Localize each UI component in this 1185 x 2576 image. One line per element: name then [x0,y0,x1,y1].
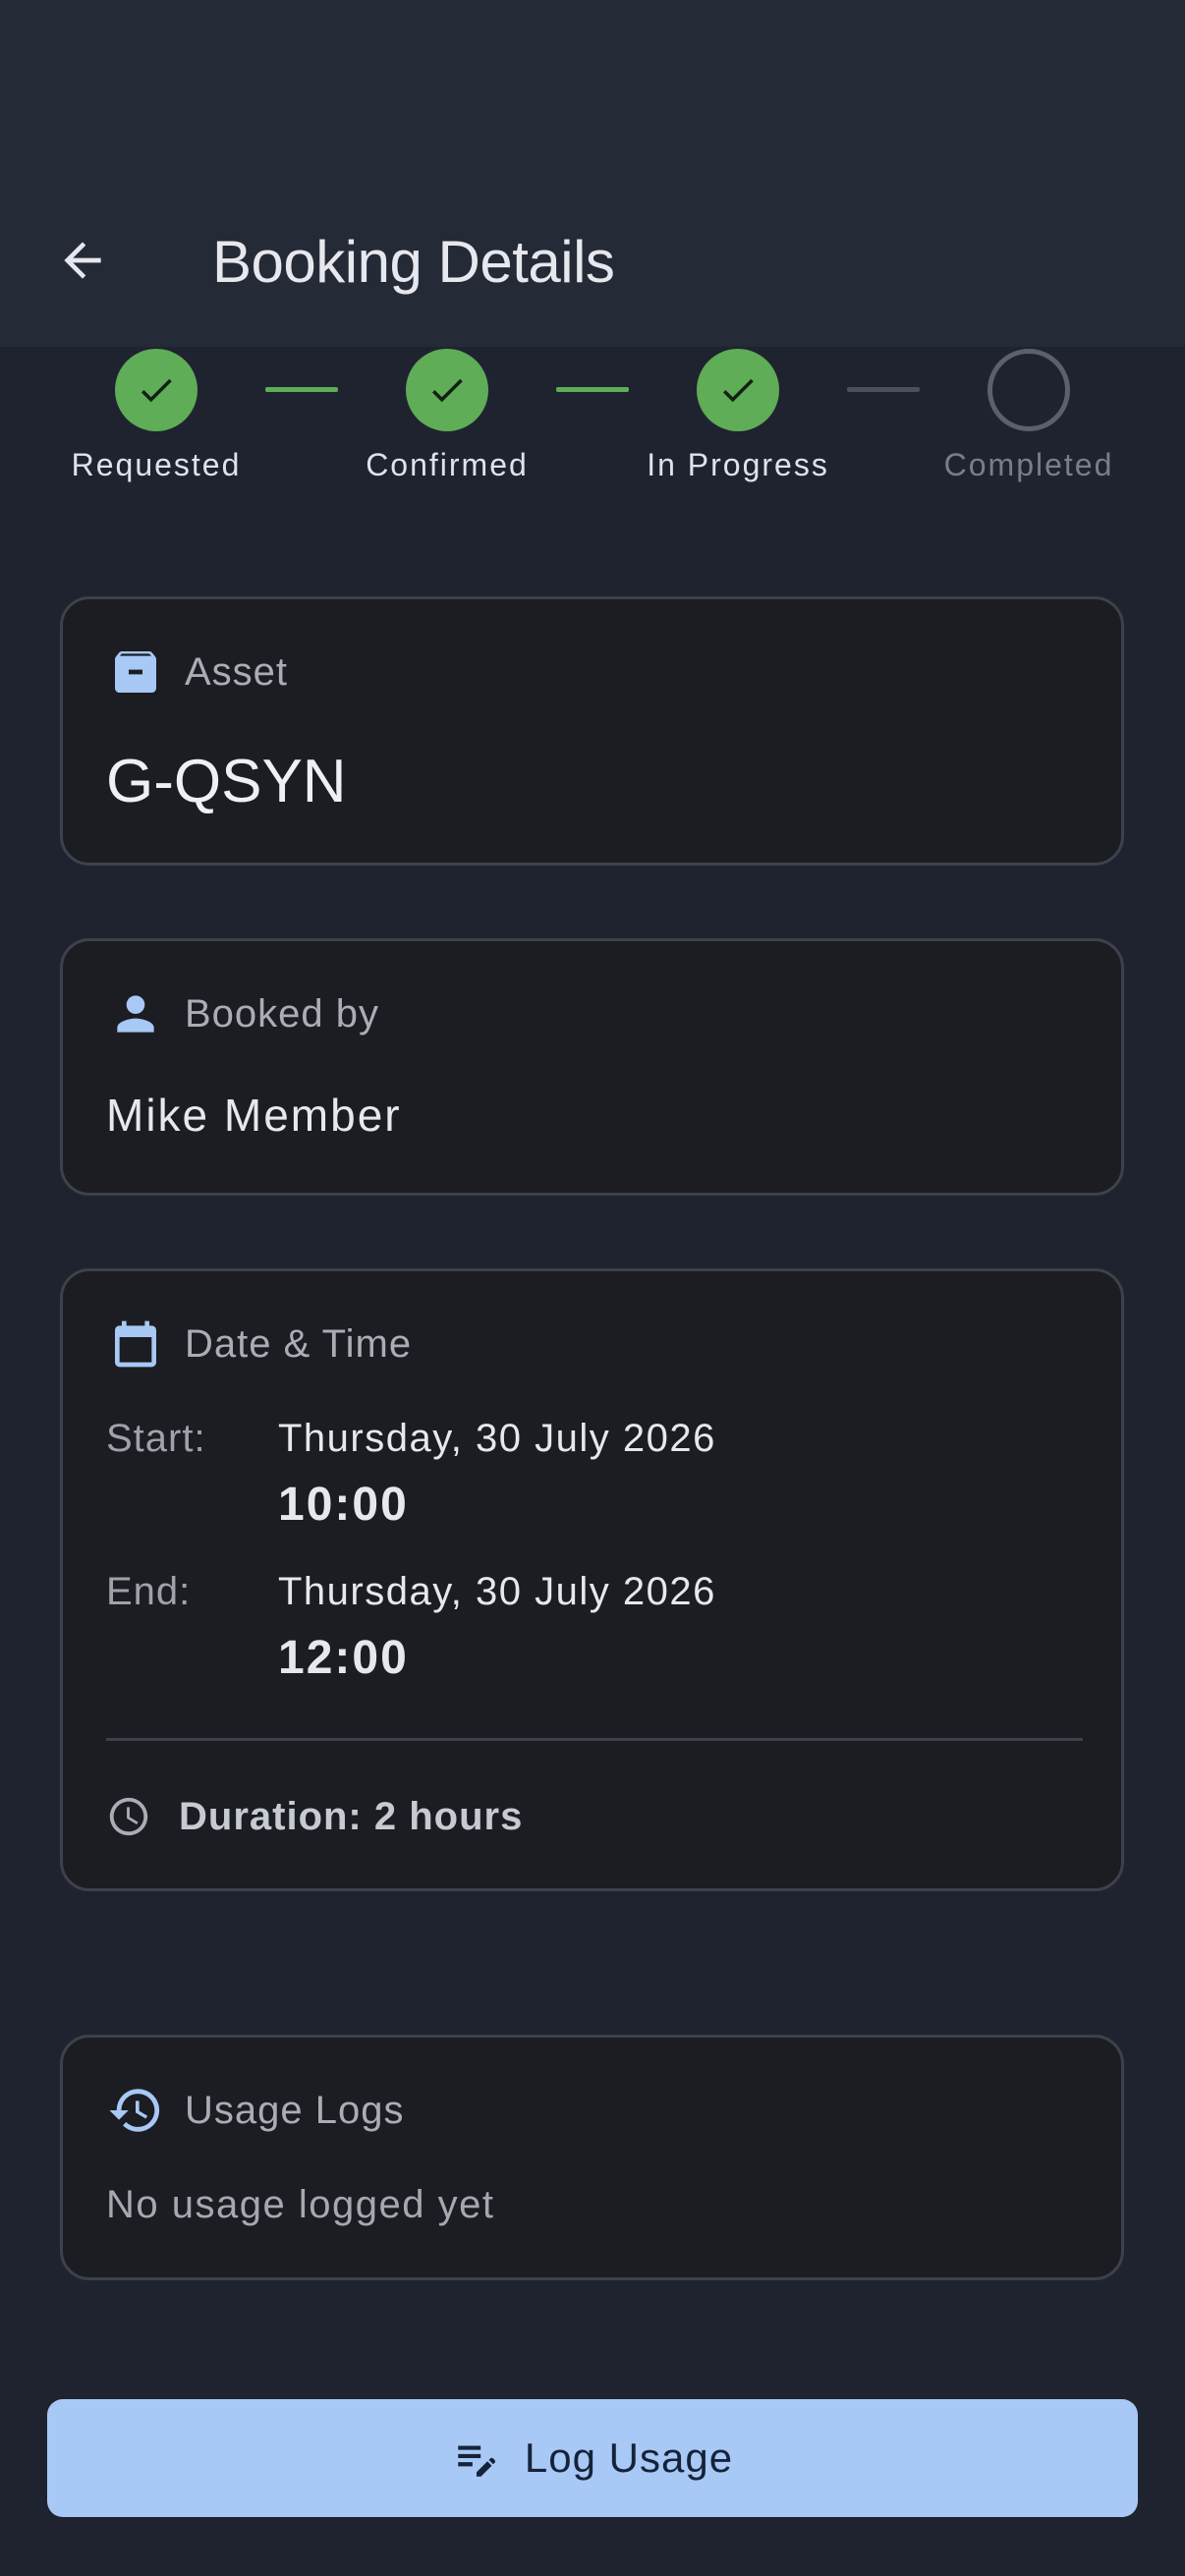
step-confirmed: Confirmed [329,347,565,483]
calendar-icon [106,1315,165,1373]
edit-note-icon [458,2445,495,2477]
booked-by-label: Booked by [185,991,380,1036]
asset-value: G-QSYN [106,748,347,815]
step-label: Confirmed [366,447,529,482]
divider [106,1738,1083,1741]
step-done-indicator [406,349,488,431]
history-icon [106,2081,165,2140]
booked-by-card: Booked by Mike Member [60,938,1124,1196]
start-label: Start: [106,1417,206,1460]
step-completed: Completed [911,347,1147,483]
step-pending-indicator [988,349,1070,431]
start-date: Thursday, 30 July 2026 [278,1417,716,1460]
booking-status-stepper: Requested Confirmed In Progress Complete… [0,347,1185,504]
step-connector [847,387,920,392]
end-time: 12:00 [278,1632,409,1684]
page-title: Booking Details [212,229,615,295]
app-bar: Booking Details [0,0,1185,347]
check-icon [141,378,172,403]
step-connector [265,387,338,392]
card-header: Usage Logs [106,2081,404,2140]
end-date: Thursday, 30 July 2026 [278,1570,716,1613]
step-requested: Requested [38,347,274,483]
usage-empty-text: No usage logged yet [106,2183,495,2226]
step-done-indicator [697,349,779,431]
archive-icon [106,643,165,701]
step-in-progress: In Progress [620,347,856,483]
booker-name: Mike Member [106,1090,402,1141]
start-time: 10:00 [278,1479,409,1531]
end-label: End: [106,1570,192,1613]
check-icon [431,378,463,403]
duration-row: Duration: 2 hours [106,1787,523,1846]
clock-icon [109,1797,148,1836]
step-done-indicator [115,349,198,431]
step-connector [556,387,629,392]
log-usage-button[interactable]: Log Usage [47,2399,1138,2517]
person-icon [106,984,165,1043]
step-label: Requested [71,447,242,482]
date-time-card: Date & Time Start: Thursday, 30 July 202… [60,1268,1124,1891]
step-label: In Progress [647,447,829,482]
step-label: Completed [943,447,1114,482]
card-header: Asset [106,643,288,701]
usage-logs-card: Usage Logs No usage logged yet [60,2035,1124,2280]
usage-logs-label: Usage Logs [185,2088,405,2132]
asset-card: Asset G-QSYN [60,596,1124,866]
log-usage-label: Log Usage [524,2435,734,2481]
card-header: Booked by [106,984,379,1043]
asset-label: Asset [185,649,289,694]
back-button[interactable] [43,221,122,300]
arrow-back-icon [64,242,101,279]
date-time-label: Date & Time [185,1321,413,1366]
card-header: Date & Time [106,1315,412,1373]
duration-text: Duration: 2 hours [179,1794,524,1838]
check-icon [722,378,754,403]
